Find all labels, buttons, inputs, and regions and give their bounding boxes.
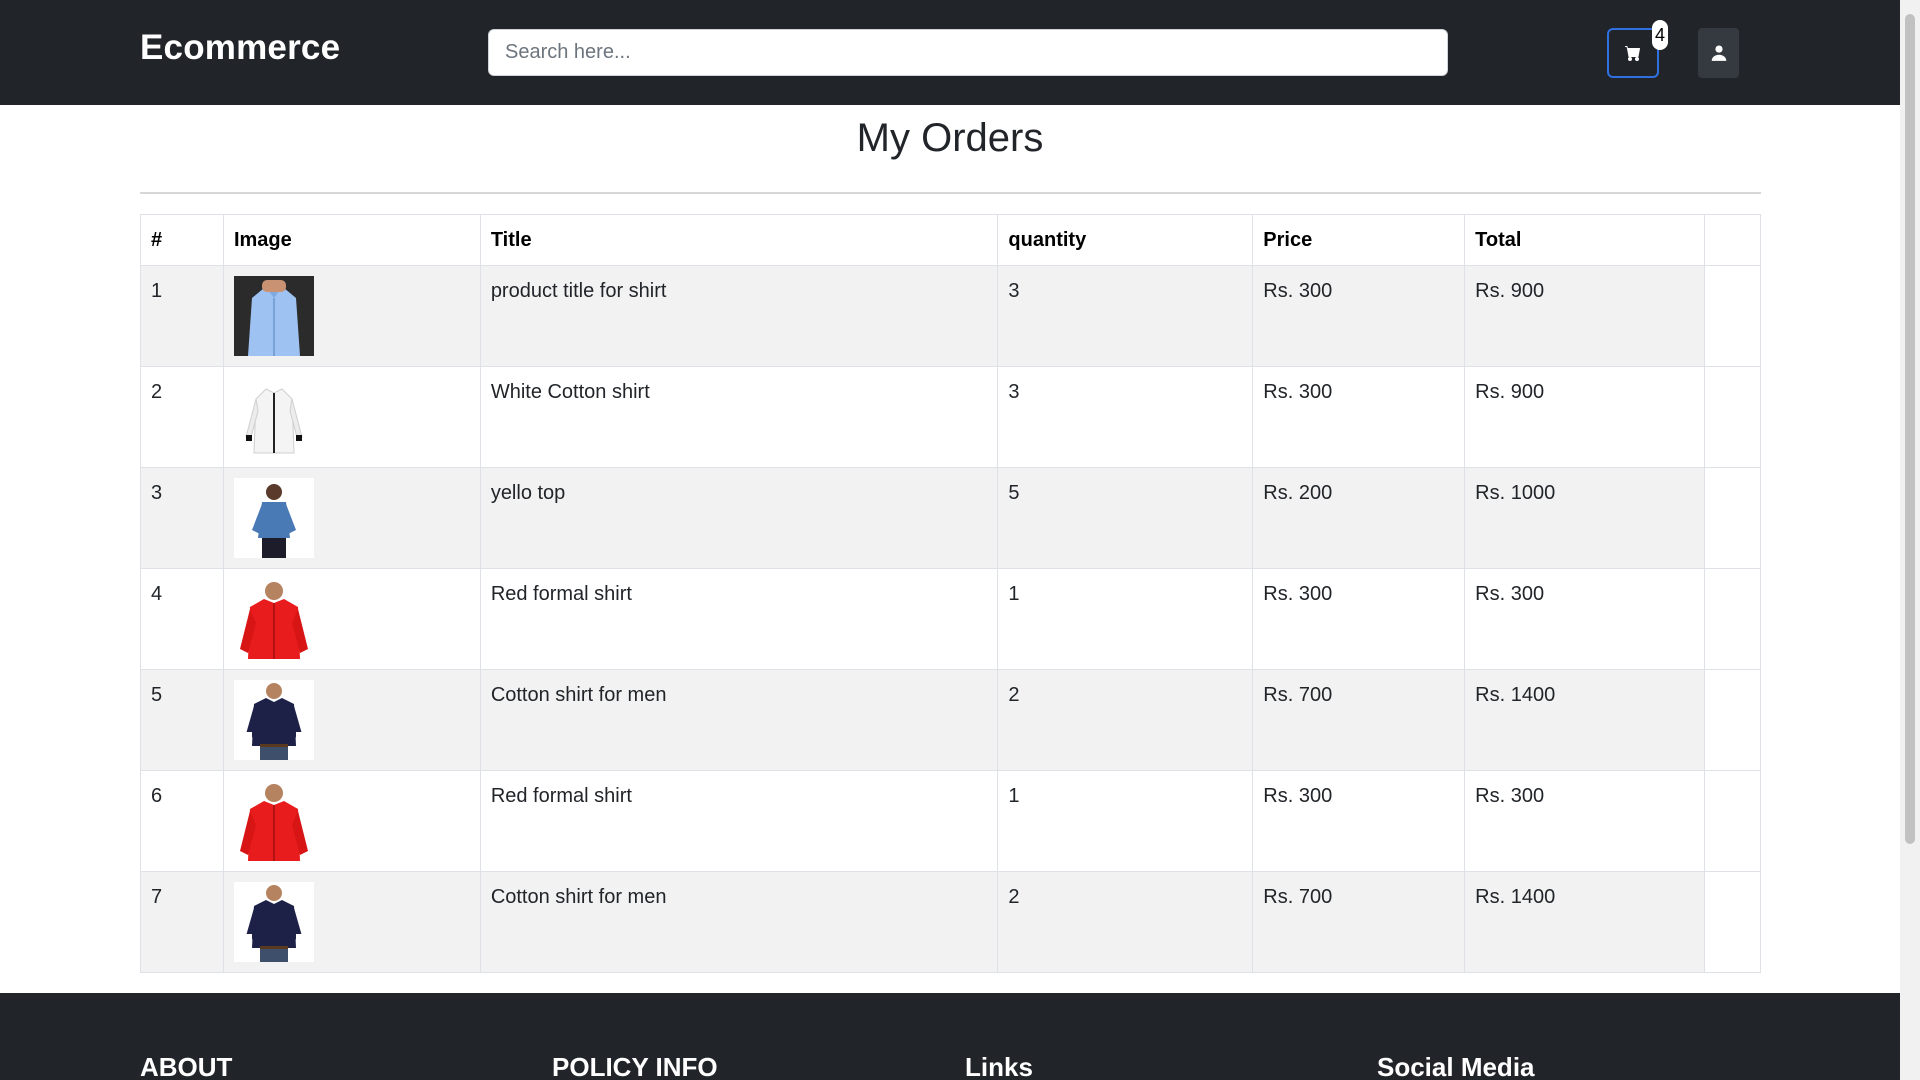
navbar: Ecommerce 4	[0, 0, 1900, 105]
order-total: Rs. 1000	[1464, 467, 1705, 569]
product-title: product title for shirt	[479, 265, 999, 367]
search-input[interactable]	[488, 29, 1448, 76]
footer	[0, 993, 1900, 1080]
table-header-row: # Image Title quantity Price Total	[140, 214, 1761, 266]
table-row: 5 Cotton shirt for men 2 Rs. 700 Rs. 1400	[140, 669, 1761, 771]
order-price: Rs. 700	[1252, 871, 1466, 973]
order-total: Rs. 1400	[1464, 871, 1705, 973]
product-title: yello top	[479, 467, 999, 569]
order-price: Rs. 300	[1252, 770, 1466, 872]
table-row: 2 White Cotton shirt 3 Rs. 300 Rs. 900	[140, 366, 1761, 468]
divider	[140, 192, 1761, 194]
order-quantity: 2	[997, 871, 1254, 973]
footer-heading-links: Links	[965, 1052, 1033, 1080]
order-number: 5	[140, 669, 224, 771]
product-thumbnail	[233, 680, 314, 760]
order-quantity: 1	[997, 770, 1254, 872]
footer-heading-about: ABOUT	[140, 1052, 233, 1080]
table-row: 4 Red formal shirt 1 Rs. 300 Rs. 300	[140, 568, 1761, 670]
product-title: White Cotton shirt	[479, 366, 999, 468]
product-thumbnail	[233, 579, 314, 659]
product-image	[222, 366, 481, 468]
product-image	[222, 265, 481, 367]
order-number: 6	[140, 770, 224, 872]
empty-cell	[1704, 871, 1761, 973]
order-total: Rs. 300	[1464, 568, 1705, 670]
order-total: Rs. 900	[1464, 265, 1705, 367]
order-quantity: 3	[997, 366, 1254, 468]
product-thumbnail	[233, 882, 314, 962]
product-thumbnail	[233, 781, 314, 861]
product-image	[222, 871, 481, 973]
scrollbar-thumb[interactable]	[1905, 14, 1915, 844]
order-price: Rs. 300	[1252, 366, 1466, 468]
product-title: Cotton shirt for men	[479, 871, 999, 973]
product-thumbnail	[233, 276, 314, 356]
product-title: Red formal shirt	[479, 568, 999, 670]
product-title: Cotton shirt for men	[479, 669, 999, 771]
order-number: 3	[140, 467, 224, 569]
order-quantity: 2	[997, 669, 1254, 771]
cart-count-badge: 4	[1652, 20, 1669, 50]
column-header-number: #	[140, 214, 224, 266]
order-quantity: 5	[997, 467, 1254, 569]
empty-cell	[1704, 669, 1761, 771]
brand-logo[interactable]: Ecommerce	[140, 28, 340, 68]
table-row: 7 Cotton shirt for men 2 Rs. 700 Rs. 1400	[140, 871, 1761, 973]
order-price: Rs. 700	[1252, 669, 1466, 771]
column-header-total: Total	[1464, 214, 1705, 266]
cart-icon	[1625, 46, 1640, 61]
scrollbar[interactable]	[1900, 0, 1920, 1080]
order-quantity: 1	[997, 568, 1254, 670]
product-title: Red formal shirt	[479, 770, 999, 872]
product-image	[222, 467, 481, 569]
page-title: My Orders	[856, 116, 1044, 160]
order-number: 7	[140, 871, 224, 973]
footer-heading-social: Social Media	[1377, 1052, 1535, 1080]
user-icon	[1711, 45, 1726, 61]
column-header-image: Image	[222, 214, 481, 266]
user-button[interactable]	[1698, 28, 1739, 78]
empty-cell	[1704, 568, 1761, 670]
product-thumbnail	[233, 377, 314, 457]
orders-table: # Image Title quantity Price Total 1 prod…	[140, 214, 1761, 973]
empty-cell	[1704, 770, 1761, 872]
table-row: 3 yello top 5 Rs. 200 Rs. 1000	[140, 467, 1761, 569]
footer-heading-policy: POLICY INFO	[552, 1052, 718, 1080]
order-quantity: 3	[997, 265, 1254, 367]
order-total: Rs. 900	[1464, 366, 1705, 468]
table-row: 1 product title for shirt 3 Rs. 300 Rs. 900	[140, 265, 1761, 367]
order-price: Rs. 300	[1252, 265, 1466, 367]
empty-cell	[1704, 265, 1761, 367]
column-header-quantity: quantity	[997, 214, 1254, 266]
order-price: Rs. 200	[1252, 467, 1466, 569]
empty-cell	[1704, 366, 1761, 468]
empty-cell	[1704, 467, 1761, 569]
order-total: Rs. 1400	[1464, 669, 1705, 771]
product-image	[222, 568, 481, 670]
order-number: 1	[140, 265, 224, 367]
product-image	[222, 770, 481, 872]
order-number: 2	[140, 366, 224, 468]
column-header-price: Price	[1252, 214, 1466, 266]
column-header-empty	[1704, 214, 1761, 266]
order-total: Rs. 300	[1464, 770, 1705, 872]
order-number: 4	[140, 568, 224, 670]
order-price: Rs. 300	[1252, 568, 1466, 670]
table-row: 6 Red formal shirt 1 Rs. 300 Rs. 300	[140, 770, 1761, 872]
column-header-title: Title	[479, 214, 999, 266]
product-thumbnail	[233, 478, 314, 558]
product-image	[222, 669, 481, 771]
